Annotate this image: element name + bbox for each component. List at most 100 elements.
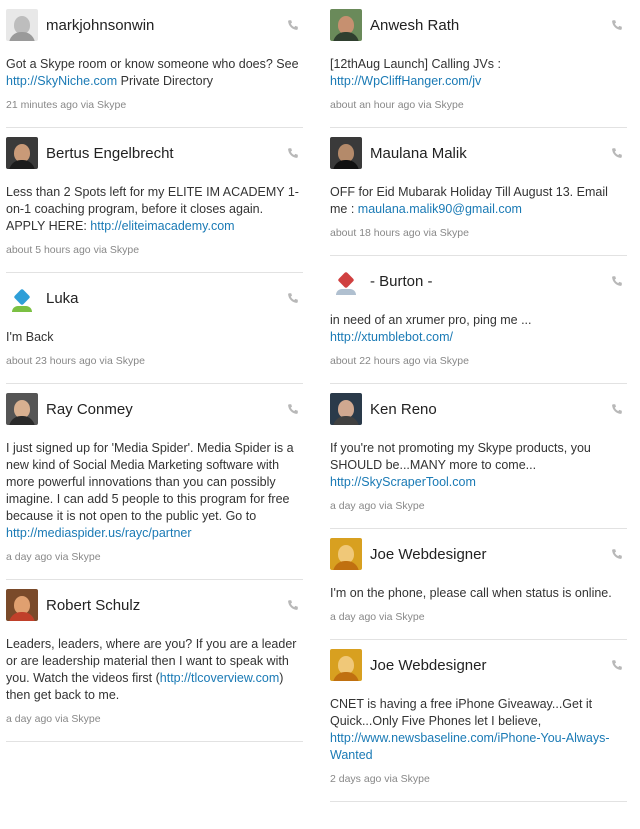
avatar-body	[333, 32, 359, 41]
message-link[interactable]: maulana.malik90@gmail.com	[358, 202, 522, 216]
avatar-body	[333, 416, 359, 425]
feed-item-header: Joe Webdesigner	[330, 537, 627, 571]
avatar[interactable]	[330, 9, 362, 41]
message-text: Less than 2 Spots left for my ELITE IM A…	[6, 184, 303, 235]
avatar[interactable]	[6, 589, 38, 621]
avatar[interactable]	[6, 137, 38, 169]
feed-item: Robert Schulz Leaders, leaders, where are…	[6, 580, 303, 742]
contact-name[interactable]: Ken Reno	[370, 401, 437, 418]
message-body: I just signed up for 'Media Spider'. Med…	[6, 441, 294, 523]
avatar[interactable]	[330, 393, 362, 425]
phone-icon[interactable]	[287, 146, 299, 158]
avatar[interactable]	[6, 393, 38, 425]
message-text: If you're not promoting my Skype product…	[330, 440, 627, 491]
message-link[interactable]: http://tlcoverview.com	[160, 671, 280, 685]
feed-item: markjohnsonwin Got a Skype room or know s…	[6, 0, 303, 128]
message-text: OFF for Eid Mubarak Holiday Till August …	[330, 184, 627, 218]
avatar[interactable]	[330, 265, 362, 297]
message-text: CNET is having a free iPhone Giveaway...…	[330, 696, 627, 764]
message-text: [12thAug Launch] Calling JVs : http://Wp…	[330, 56, 627, 90]
avatar-body	[9, 612, 35, 621]
contact-name[interactable]: Bertus Engelbrecht	[46, 145, 174, 162]
message-body: CNET is having a free iPhone Giveaway...…	[330, 697, 593, 728]
divider	[330, 801, 627, 802]
avatar-body	[333, 672, 359, 681]
avatar-body	[9, 416, 35, 425]
timestamp: 2 days ago via Skype	[330, 773, 430, 785]
phone-icon[interactable]	[287, 18, 299, 30]
feed-item: Ray Conmey I just signed up for 'Media Sp…	[6, 384, 303, 580]
avatar-body	[9, 32, 35, 41]
feed-item: Joe Webdesigner CNET is having a free iPh…	[330, 640, 627, 802]
message-body: I'm on the phone, please call when statu…	[330, 586, 612, 600]
contact-name[interactable]: markjohnsonwin	[46, 17, 154, 34]
feed-item: Anwesh Rath [12thAug Launch] Calling JVs …	[330, 0, 627, 128]
message-link[interactable]: http://mediaspider.us/rayc/partner	[6, 526, 192, 540]
phone-icon[interactable]	[611, 274, 623, 286]
message-body: [12thAug Launch] Calling JVs :	[330, 57, 501, 71]
phone-icon[interactable]	[611, 402, 623, 414]
phone-icon[interactable]	[287, 291, 299, 303]
feed-item-header: Robert Schulz	[6, 588, 303, 622]
phone-icon[interactable]	[287, 402, 299, 414]
logo-mark	[13, 288, 31, 306]
message-text: Got a Skype room or know someone who doe…	[6, 56, 303, 90]
feed-item-header: Bertus Engelbrecht	[6, 136, 303, 170]
timestamp: 21 minutes ago via Skype	[6, 99, 127, 111]
timestamp: a day ago via Skype	[6, 551, 101, 563]
timestamp: about 23 hours ago via Skype	[6, 355, 145, 367]
message-link[interactable]: http://xtumblebot.com/	[330, 330, 453, 344]
message-link[interactable]: http://eliteimacademy.com	[90, 219, 234, 233]
logo-base	[336, 289, 356, 295]
contact-name[interactable]: Joe Webdesigner	[370, 657, 486, 674]
feed-item: Joe Webdesigner I'm on the phone, please …	[330, 529, 627, 640]
avatar[interactable]	[330, 538, 362, 570]
feed-item-header: Luka	[6, 281, 303, 315]
avatar[interactable]	[6, 9, 38, 41]
message-body: I'm Back	[6, 330, 54, 344]
feed-item-header: markjohnsonwin	[6, 8, 303, 42]
message-text: I'm Back	[6, 329, 303, 346]
timestamp: about 18 hours ago via Skype	[330, 227, 469, 239]
feed-item-header: Anwesh Rath	[330, 8, 627, 42]
feed-item: Maulana Malik OFF for Eid Mubarak Holiday…	[330, 128, 627, 256]
message-text: Leaders, leaders, where are you? If you …	[6, 636, 303, 704]
logo-mark	[337, 271, 355, 289]
phone-icon[interactable]	[611, 18, 623, 30]
timestamp: about an hour ago via Skype	[330, 99, 464, 111]
timestamp: about 22 hours ago via Skype	[330, 355, 469, 367]
phone-icon[interactable]	[611, 547, 623, 559]
message-body: Got a Skype room or know someone who doe…	[6, 57, 299, 71]
avatar[interactable]	[330, 137, 362, 169]
avatar[interactable]	[330, 649, 362, 681]
contact-name[interactable]: Luka	[46, 290, 79, 307]
message-tail: Private Directory	[117, 74, 214, 88]
contact-name[interactable]: Joe Webdesigner	[370, 546, 486, 563]
phone-icon[interactable]	[611, 658, 623, 670]
message-link[interactable]: http://WpCliffHanger.com/jv	[330, 74, 481, 88]
contact-name[interactable]: Maulana Malik	[370, 145, 467, 162]
feed-item: - Burton - in need of an xrumer pro, ping…	[330, 256, 627, 384]
contact-name[interactable]: Robert Schulz	[46, 597, 140, 614]
logo-base	[12, 306, 32, 312]
contact-name[interactable]: Ray Conmey	[46, 401, 133, 418]
message-body: If you're not promoting my Skype product…	[330, 441, 591, 472]
timestamp: a day ago via Skype	[6, 713, 101, 725]
contact-name[interactable]: - Burton -	[370, 273, 433, 290]
message-link[interactable]: http://www.newsbaseline.com/iPhone-You-A…	[330, 731, 610, 762]
divider	[6, 741, 303, 742]
message-link[interactable]: http://SkyNiche.com	[6, 74, 117, 88]
feed-item: Ken Reno If you're not promoting my Skype…	[330, 384, 627, 529]
feed-item: Bertus Engelbrecht Less than 2 Spots left…	[6, 128, 303, 273]
contact-name[interactable]: Anwesh Rath	[370, 17, 459, 34]
timestamp: a day ago via Skype	[330, 611, 425, 623]
avatar[interactable]	[6, 282, 38, 314]
message-text: I'm on the phone, please call when statu…	[330, 585, 627, 602]
message-link[interactable]: http://SkyScraperTool.com	[330, 475, 476, 489]
right-feed-column: Anwesh Rath [12thAug Launch] Calling JVs …	[330, 0, 627, 802]
feed-item-header: Joe Webdesigner	[330, 648, 627, 682]
avatar-body	[333, 561, 359, 570]
phone-icon[interactable]	[611, 146, 623, 158]
phone-icon[interactable]	[287, 598, 299, 610]
feed-item-header: - Burton -	[330, 264, 627, 298]
